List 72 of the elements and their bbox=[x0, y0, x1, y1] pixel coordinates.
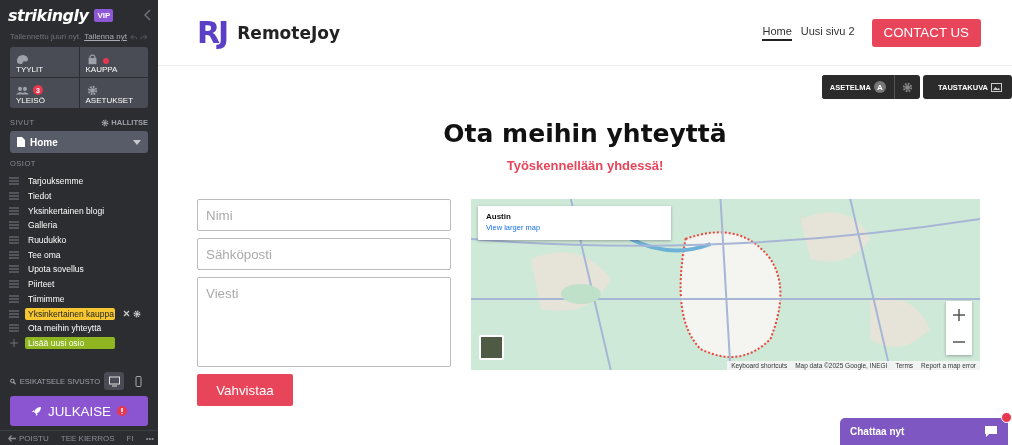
section-item[interactable]: Tee oma bbox=[25, 248, 64, 261]
warning-icon bbox=[117, 406, 127, 417]
message-field[interactable]: Viesti bbox=[197, 277, 451, 367]
nav-link[interactable]: Home bbox=[762, 24, 792, 41]
section-item[interactable]: Ruudukko bbox=[25, 234, 70, 247]
plan-badge: VIP bbox=[94, 8, 114, 22]
gear-icon bbox=[85, 84, 99, 96]
drag-handle-icon[interactable] bbox=[9, 236, 19, 245]
footer-link[interactable]: TEE KIERROS bbox=[60, 433, 115, 443]
submit-button[interactable]: Vahvistaa bbox=[197, 374, 293, 406]
plus-icon bbox=[953, 308, 965, 321]
section-item[interactable]: Ota meihin yhteyttä bbox=[25, 322, 105, 335]
section-item[interactable]: Yksinkertainen kauppa bbox=[25, 307, 115, 320]
footer-link[interactable]: POISTU bbox=[8, 433, 49, 443]
rocket-icon bbox=[31, 405, 42, 417]
drag-handle-icon[interactable] bbox=[9, 294, 19, 303]
palette-icon bbox=[16, 53, 29, 65]
site-logo[interactable]: RJ bbox=[197, 15, 228, 50]
publish-button[interactable]: JULKAISE bbox=[10, 396, 148, 427]
menu-tile[interactable]: KAUPPA bbox=[79, 47, 148, 77]
people-icon bbox=[16, 84, 29, 96]
page-dropdown[interactable]: Home bbox=[10, 131, 148, 153]
section-item[interactable]: Upota sovellus bbox=[25, 263, 87, 276]
undo-icon[interactable] bbox=[129, 32, 138, 41]
section-item[interactable]: Piirteet bbox=[25, 278, 58, 291]
input-field[interactable]: Sähköposti bbox=[197, 238, 451, 270]
place-name: Austin bbox=[486, 212, 512, 221]
nav-link[interactable]: Uusi sivu 2 bbox=[800, 24, 855, 41]
site-name[interactable]: RemoteJoy bbox=[237, 22, 341, 43]
menu-tile[interactable]: TYYLIT bbox=[10, 47, 79, 77]
drag-handle-icon[interactable] bbox=[9, 206, 19, 215]
section-item[interactable]: Tarjouksemme bbox=[25, 175, 87, 188]
footer-link[interactable]: FI bbox=[126, 433, 134, 443]
chat-button[interactable]: Chattaa nyt bbox=[840, 418, 1008, 445]
menu-tile[interactable]: ASETUKSET bbox=[79, 78, 148, 108]
search-icon bbox=[10, 376, 16, 386]
drag-handle-icon[interactable] bbox=[9, 177, 19, 186]
section-item[interactable]: Tiedot bbox=[25, 190, 55, 203]
desktop-view-button[interactable] bbox=[104, 372, 124, 391]
phone-icon bbox=[132, 375, 144, 387]
monitor-icon bbox=[108, 375, 120, 387]
map-type-button[interactable] bbox=[479, 335, 504, 360]
input-field[interactable]: Nimi bbox=[197, 199, 451, 231]
image-icon bbox=[991, 82, 1002, 92]
plus-icon[interactable] bbox=[9, 338, 19, 347]
caret-icon bbox=[133, 139, 141, 145]
redo-icon[interactable] bbox=[140, 32, 148, 41]
save-status: Tallennettu juuri nyt. bbox=[10, 32, 82, 41]
drag-handle-icon[interactable] bbox=[9, 280, 19, 289]
gear-icon[interactable] bbox=[902, 81, 913, 93]
chat-icon bbox=[984, 425, 998, 438]
section-subtitle: Työskennellään yhdessä! bbox=[505, 158, 665, 173]
gear-icon[interactable] bbox=[101, 118, 110, 127]
drag-handle-icon[interactable] bbox=[9, 324, 19, 333]
collapse-icon[interactable] bbox=[144, 9, 152, 21]
back-arrow-icon bbox=[8, 434, 16, 442]
drag-handle-icon[interactable] bbox=[9, 192, 19, 201]
section-title: Ota meihin yhteyttä bbox=[442, 119, 728, 148]
drag-handle-icon[interactable] bbox=[9, 221, 19, 230]
drag-handle-icon[interactable] bbox=[9, 309, 19, 318]
drag-handle-icon[interactable] bbox=[9, 265, 19, 274]
contact-button[interactable]: CONTACT US bbox=[871, 18, 981, 47]
gear-icon[interactable] bbox=[133, 309, 141, 318]
save-link[interactable]: Tallenna nyt bbox=[84, 32, 127, 41]
drag-handle-icon[interactable] bbox=[9, 250, 19, 259]
section-item[interactable]: Yksinkertainen blogi bbox=[25, 204, 108, 217]
close-icon[interactable] bbox=[123, 310, 130, 318]
section-item[interactable]: Tiimimme bbox=[25, 292, 68, 305]
footer-link[interactable]: ••• bbox=[145, 433, 155, 443]
brand-logo: strikingly bbox=[8, 5, 89, 25]
page-icon bbox=[17, 137, 25, 147]
section-item[interactable]: Galleria bbox=[25, 219, 61, 232]
